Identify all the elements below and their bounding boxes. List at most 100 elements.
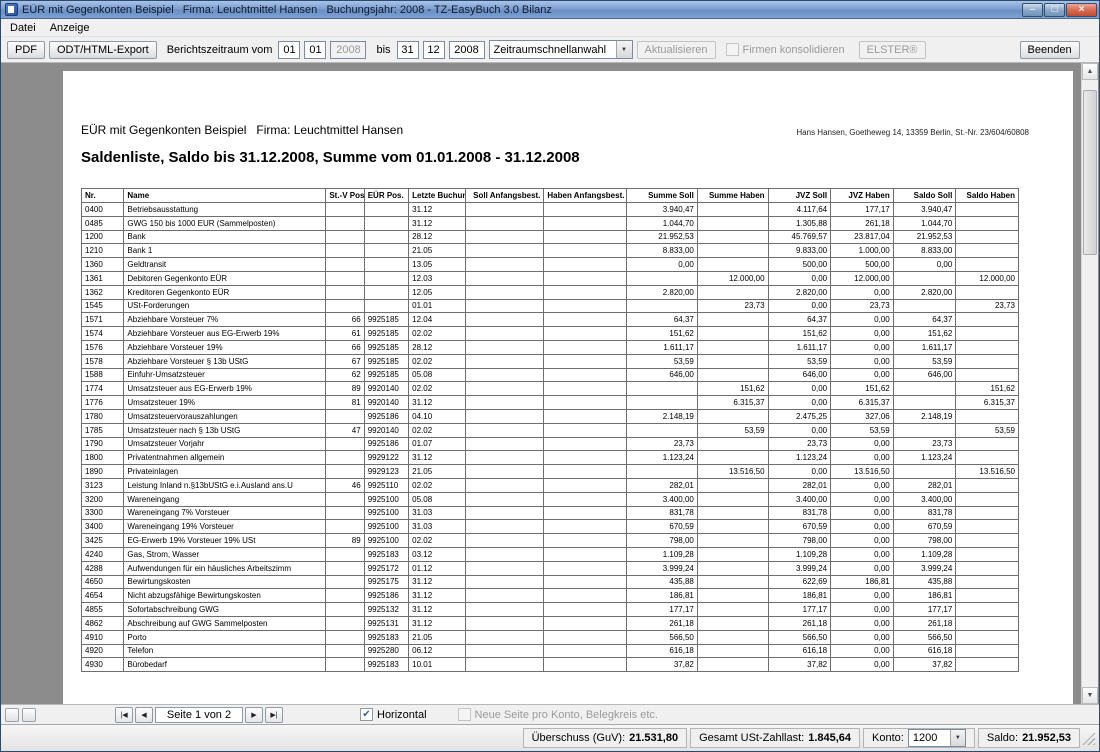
table-cell: 01.07 xyxy=(409,437,466,451)
close-button[interactable]: × xyxy=(1066,3,1097,17)
refresh-button[interactable]: Aktualisieren xyxy=(637,41,716,59)
from-year-input[interactable] xyxy=(330,41,366,59)
table-cell: 0,00 xyxy=(831,520,894,534)
table-cell xyxy=(697,506,768,520)
table-cell: 0,00 xyxy=(768,465,831,479)
menu-datei[interactable]: Datei xyxy=(3,21,43,35)
table-cell xyxy=(544,520,627,534)
table-cell: Abziehbare Vorsteuer 7% xyxy=(124,313,326,327)
table-cell xyxy=(544,603,627,617)
horizontal-checkbox[interactable]: ✔ xyxy=(360,708,373,721)
table-cell xyxy=(956,589,1019,603)
table-cell: 9925185 xyxy=(364,354,408,368)
table-cell: Bank 1 xyxy=(124,244,326,258)
table-cell: 9925100 xyxy=(364,520,408,534)
consolidate-checkbox[interactable] xyxy=(726,43,739,56)
table-cell xyxy=(627,299,698,313)
table-cell: 9925280 xyxy=(364,644,408,658)
table-cell: 9925185 xyxy=(364,340,408,354)
table-cell: 45.769,57 xyxy=(768,230,831,244)
to-month-input[interactable] xyxy=(423,41,445,59)
table-cell: Einfuhr-Umsatzsteuer xyxy=(124,368,326,382)
table-cell xyxy=(697,313,768,327)
table-cell: 3.940,47 xyxy=(627,203,698,217)
beenden-button[interactable]: Beenden xyxy=(1020,41,1080,59)
scroll-up-icon[interactable]: ▲ xyxy=(1082,63,1098,80)
table-cell xyxy=(465,299,544,313)
table-cell xyxy=(465,396,544,410)
scrollbar-track[interactable] xyxy=(1082,80,1098,687)
table-row: 1571Abziehbare Vorsteuer 7%66992518512.0… xyxy=(82,313,1019,327)
report-header-company: EÜR mit Gegenkonten Beispiel Firma: Leuc… xyxy=(81,123,403,137)
table-cell xyxy=(326,520,364,534)
period-label: Berichtszeitraum vom xyxy=(167,44,273,56)
konto-combobox[interactable]: 1200 ▼ xyxy=(908,729,966,747)
table-cell: 23,73 xyxy=(893,437,956,451)
table-cell xyxy=(544,437,627,451)
table-cell: 261,18 xyxy=(831,216,894,230)
table-cell: 23,73 xyxy=(831,299,894,313)
surplus-status: Überschuss (GuV): 21.531,80 xyxy=(523,728,687,748)
table-cell xyxy=(956,547,1019,561)
table-cell: 4288 xyxy=(82,561,124,575)
table-cell xyxy=(544,478,627,492)
table-cell: 21.05 xyxy=(409,465,466,479)
table-cell xyxy=(326,492,364,506)
chevron-down-icon[interactable]: ▼ xyxy=(616,41,632,58)
table-cell: 01.12 xyxy=(409,561,466,575)
table-cell xyxy=(893,423,956,437)
table-cell: 3.400,00 xyxy=(768,492,831,506)
scroll-down-icon[interactable]: ▼ xyxy=(1082,687,1098,704)
table-cell xyxy=(326,465,364,479)
table-cell: Wareneingang xyxy=(124,492,326,506)
report-page: EÜR mit Gegenkonten Beispiel Firma: Leuc… xyxy=(63,71,1073,704)
report-preview-area: EÜR mit Gegenkonten Beispiel Firma: Leuc… xyxy=(1,63,1099,704)
from-month-input[interactable] xyxy=(304,41,326,59)
resize-grip-icon[interactable] xyxy=(1082,732,1095,745)
chevron-down-icon[interactable]: ▼ xyxy=(950,730,965,746)
table-cell: 53,59 xyxy=(893,354,956,368)
table-cell xyxy=(627,271,698,285)
period-quick-select[interactable]: Zeitraumschnellanwahl ▼ xyxy=(489,40,633,59)
menu-anzeige[interactable]: Anzeige xyxy=(43,21,97,35)
table-cell: 23.817,04 xyxy=(831,230,894,244)
elster-button[interactable]: ELSTER® xyxy=(859,41,926,59)
table-cell: 831,78 xyxy=(768,506,831,520)
table-cell: Umsatzsteuer 19% xyxy=(124,396,326,410)
table-row: 3200Wareneingang992510005.083.400,003.40… xyxy=(82,492,1019,506)
table-cell xyxy=(627,423,698,437)
scrollbar-thumb[interactable] xyxy=(1083,90,1097,255)
from-day-input[interactable] xyxy=(278,41,300,59)
table-cell: 9925131 xyxy=(364,616,408,630)
table-row: 4920Telefon992528006.12616,18616,180,006… xyxy=(82,644,1019,658)
table-cell: 02.02 xyxy=(409,327,466,341)
table-cell xyxy=(697,492,768,506)
table-cell: Betriebsausstattung xyxy=(124,203,326,217)
table-cell: 9920140 xyxy=(364,423,408,437)
vertical-scrollbar[interactable]: ▲ ▼ xyxy=(1081,63,1098,704)
odt-html-export-button[interactable]: ODT/HTML-Export xyxy=(49,41,157,59)
to-year-input[interactable] xyxy=(449,41,485,59)
table-cell: 4240 xyxy=(82,547,124,561)
minimize-button[interactable]: – xyxy=(1022,3,1043,17)
pdf-button[interactable]: PDF xyxy=(7,41,45,59)
zoom-out-button[interactable] xyxy=(5,708,19,722)
table-cell xyxy=(465,465,544,479)
previous-page-button[interactable]: ◀ xyxy=(135,707,153,723)
table-cell: 0,00 xyxy=(831,534,894,548)
table-cell xyxy=(893,271,956,285)
table-cell: 4930 xyxy=(82,658,124,672)
table-cell: 1578 xyxy=(82,354,124,368)
zoom-in-button[interactable] xyxy=(22,708,36,722)
table-cell: 3400 xyxy=(82,520,124,534)
first-page-button[interactable]: |◀ xyxy=(115,707,133,723)
table-cell xyxy=(627,396,698,410)
new-page-checkbox[interactable] xyxy=(458,708,471,721)
table-cell xyxy=(465,244,544,258)
next-page-button[interactable]: ▶ xyxy=(245,707,263,723)
table-cell xyxy=(697,451,768,465)
maximize-button[interactable]: □ xyxy=(1044,3,1065,17)
table-cell xyxy=(697,327,768,341)
to-day-input[interactable] xyxy=(397,41,419,59)
last-page-button[interactable]: ▶| xyxy=(265,707,283,723)
